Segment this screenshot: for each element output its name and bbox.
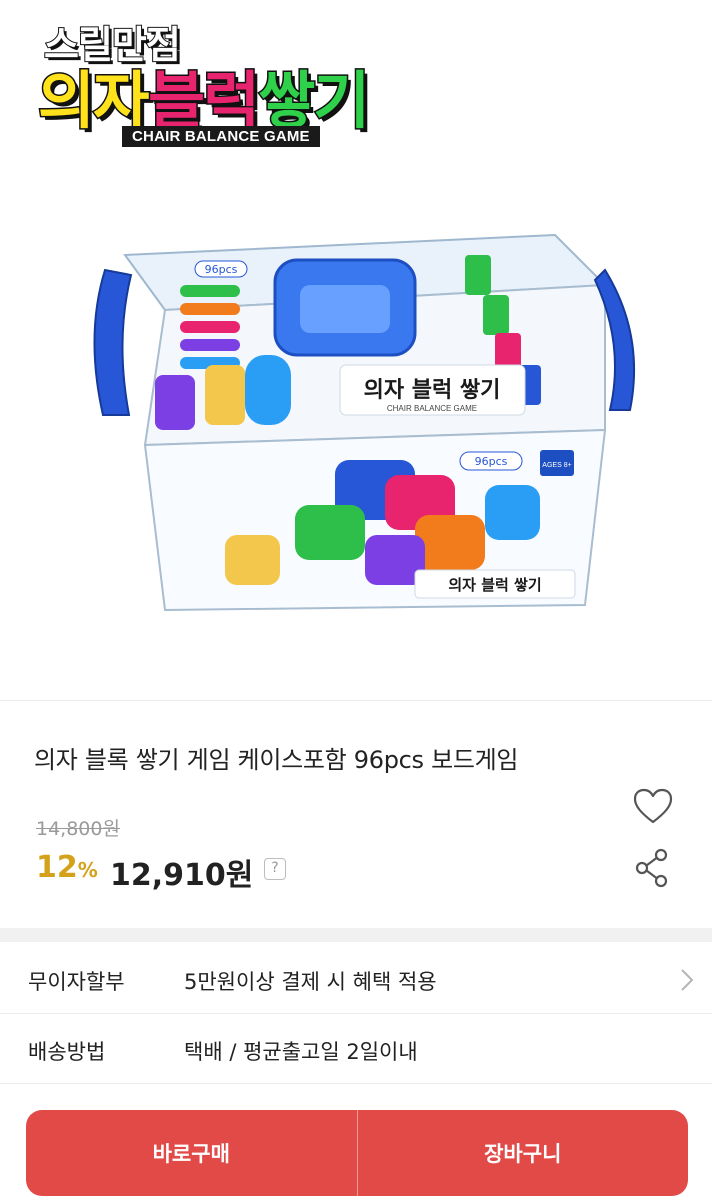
lid-pcs-tag: 96pcs [205, 263, 238, 276]
price-help-icon[interactable]: ? [264, 858, 286, 880]
sale-price: 12,910원 [110, 858, 254, 893]
product-title: 의자 블록 쌓기 게임 케이스포함 96pcs 보드게임 [34, 746, 519, 774]
add-to-cart-button[interactable]: 장바구니 [358, 1110, 689, 1196]
buy-now-button[interactable]: 바로구매 [26, 1110, 357, 1196]
section-divider [0, 700, 712, 701]
box-lid-logo: 의자 블럭 쌓기 [364, 378, 501, 403]
purchase-actions: 바로구매 장바구니 [26, 1110, 688, 1196]
ages-badge: AGES 8+ [542, 462, 571, 469]
chevron-right-icon[interactable] [680, 968, 694, 992]
heart-icon[interactable] [633, 788, 673, 826]
installment-value: 5만원이상 결제 시 혜택 적용 [184, 970, 437, 994]
installment-row[interactable]: 무이자할부 5만원이상 결제 시 혜택 적용 [0, 944, 712, 1014]
shipping-label: 배송방법 [28, 1040, 106, 1064]
brand-english-title: CHAIR BALANCE GAME [122, 126, 320, 147]
box-front-logo: 의자 블럭 쌓기 [448, 576, 541, 594]
installment-label: 무이자할부 [28, 970, 125, 994]
share-icon[interactable] [634, 848, 670, 888]
section-gap [0, 928, 712, 942]
discount-value: 12 [36, 850, 78, 885]
product-image[interactable]: 스릴만점 의자블럭쌓기 CHAIR BALANCE GAME 96pcs 의자 … [0, 0, 712, 700]
shipping-row: 배송방법 택배 / 평균출고일 2일이내 [0, 1014, 712, 1084]
discount-unit: % [77, 858, 98, 882]
discount-rate: 12% [36, 850, 98, 885]
shipping-value: 택배 / 평균출고일 2일이내 [184, 1040, 418, 1064]
original-price: 14,800원 [36, 818, 120, 840]
product-box-illustration: 96pcs 의자 블럭 쌓기 CHAIR BALANCE GAME 96pcs … [93, 233, 636, 612]
front-pcs-tag: 96pcs [475, 455, 508, 468]
box-lid-logo-en: CHAIR BALANCE GAME [387, 404, 477, 413]
